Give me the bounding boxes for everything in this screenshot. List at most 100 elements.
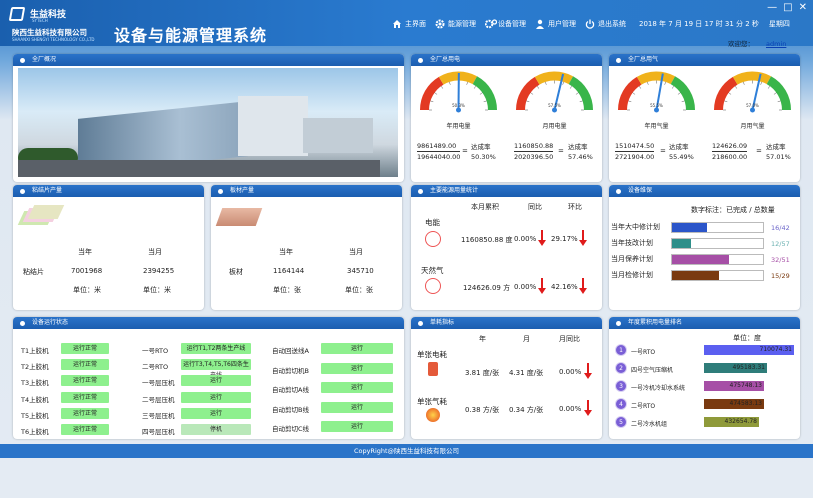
equipment-status-badge[interactable]: 运行正常 [61,391,109,403]
rank-bar: 710074.31 [704,345,794,355]
consumption-yoy: 0.00% [559,405,582,413]
nav-users-label: 用户管理 [548,20,576,28]
gauge-tick [479,92,483,95]
gas-meter-icon [425,278,441,294]
maintenance-label: 当月保养计划 [611,255,653,263]
equipment-status-badge[interactable]: 运行正常 [61,407,109,419]
maximize-button[interactable]: □ [783,2,792,13]
laminate-panel: 板材产量 当年 当月 板材 1164144 345710 单位：张 单位：张 [211,185,402,310]
gauge-tick [569,85,573,89]
equipment-status-badge[interactable]: 运行 [181,391,251,403]
gas-year-fraction: 1510474.50 2721904.00 [615,142,655,161]
rate-label: 达成率 [766,143,786,151]
rate-value: 55.49% [669,153,694,161]
gauge-dial [714,71,791,113]
equipment-name: 二号层压机 [142,395,175,404]
gauge-hub [456,107,461,113]
nav-equipment-label: 设备管理 [498,20,526,28]
maintenance-count: 32/51 [771,256,790,264]
maintenance-label: 当年技改计划 [611,239,653,247]
nav-home-label: 主界面 [405,20,426,28]
equipment-status-badge[interactable]: 运行 [321,343,393,354]
equipment-name: 自动剪切A线 [272,386,309,394]
elec-year-actual: 9861489.00 [417,142,461,152]
energy-yoy: 0.00% [514,283,537,291]
gauge-label: 年用电量 [446,123,471,130]
gauge-tick [473,85,477,89]
rank-name: 一号冷机冷却水系统 [631,385,686,392]
equipment-status-badge[interactable]: 运行 [321,401,393,413]
power-icon [585,19,595,29]
unit-consumption-title: 单耗指标 [411,317,602,329]
flame-icon [426,408,440,422]
energy-stats-title: 主要能源用量统计 [411,185,602,197]
gauge-label: 月用电量 [542,123,567,130]
nav-home[interactable]: 主界面 [392,19,426,29]
minimize-button[interactable]: — [767,2,777,13]
nav-energy[interactable]: 能源管理 [435,19,476,29]
app-window: 生益科技 SYTECH 陕西生益科技有限公司 SHAANXI SHENGYI T… [0,0,813,498]
equipment-status-panel: 设备运行状态 T1上胶机 运行正常 T2上胶机 运行正常 T3上胶机 运行正常 T4上… [13,317,404,439]
header-year: 年 [479,335,486,343]
elec-month-plan: 2020396.50 [514,153,554,161]
overview-title: 全厂概况 [13,54,404,66]
equipment-status-badge[interactable]: 运行 [181,375,251,387]
rank-number: 5 [615,416,627,428]
maintenance-panel: 设备维保 数字标注：已完成 / 总数量 当年大中修计划 16/42 当年技改计划… [609,185,800,310]
header-yoy: 同比 [528,203,542,211]
datetime: 2018 年 7 月 19 日 17 时 31 分 2 秒 [639,20,759,28]
equipment-name: 自动剪切B线 [272,405,309,414]
maintenance-bar-fill [672,223,707,232]
electricity-meter-icon [425,231,441,247]
equipment-status-badge[interactable]: 运行正常 [61,424,109,435]
equipment-status-badge[interactable]: 运行正常 [61,375,109,387]
close-button[interactable]: ✕ [799,2,807,13]
nav-logout[interactable]: 退出系统 [585,19,626,29]
month-value: 345710 [347,267,374,275]
maintenance-bar-fill [672,255,729,264]
header-month-total: 本月累积 [471,203,499,211]
equipment-status-badge[interactable]: 运行 [321,382,393,393]
company-logo: 生益科技 SYTECH 陕西生益科技有限公司 SHAANXI SHENGYI T… [8,5,108,43]
gauge-value: 57.5% [548,103,561,108]
equipment-status-badge[interactable]: 运行 [181,407,251,419]
gauge-tick [767,85,771,89]
consumption-name: 单张电耗 [417,350,447,359]
maintenance-count: 16/42 [771,224,790,232]
equipment-status-badge[interactable]: 运行T1,T2两条生产线 [181,343,251,354]
equipment-name: 自动剪切C线 [272,425,310,433]
prepreg-panel: 粘结片产量 当年 当月 粘结片 7001968 2394255 单位：米 单位：… [13,185,204,310]
rank-name: 一号RTO [631,349,656,356]
equals-sign: = [558,147,564,155]
equipment-status-badge[interactable]: 停机 [181,424,251,435]
equipment-status-badge[interactable]: 运行T3,T4,T5,T6四条生产线 [181,359,251,379]
gauge-dial [618,71,695,113]
gauge-month-gas: 57.0% 月用气量 [705,66,800,132]
consumption-year: 0.38 方/张 [465,406,500,414]
gauge-year-electricity: 50.3% 年用电量 [411,66,506,132]
maintenance-label: 当年大中修计划 [611,223,660,231]
equipment-status-badge[interactable]: 运行 [321,362,393,374]
laminate-board-image [215,208,263,226]
consumption-name: 单张气耗 [417,397,447,406]
gas-panel: 全厂总用气 55.5% 年用气量 57.0% 月用气量 1510474.50 2… [609,54,800,182]
window-controls: — □ ✕ [767,2,807,13]
nav-equipment[interactable]: 设备管理 [484,19,526,29]
equipment-status-badge[interactable]: 运行 [321,421,393,432]
power-plug-icon [428,362,438,376]
user-icon [535,19,545,29]
equipment-status-badge[interactable]: 运行正常 [61,343,109,354]
equipment-status-title: 设备运行状态 [13,317,404,329]
energy-value: 124626.09 方 [463,284,511,292]
nav-users[interactable]: 用户管理 [535,19,576,29]
equipment-status-badge[interactable]: 运行正常 [61,359,109,371]
energy-mom: 42.16% [551,283,578,291]
down-arrow-icon [538,278,546,294]
gauge-hub [552,107,557,113]
rank-name: 四号空气压缩机 [631,367,674,374]
rate-value: 57.01% [766,153,791,161]
username-link[interactable]: admin [766,40,786,48]
rate-label: 达成率 [669,143,689,151]
gas-title: 全厂总用气 [609,54,800,66]
energy-mom: 29.17% [551,235,578,243]
